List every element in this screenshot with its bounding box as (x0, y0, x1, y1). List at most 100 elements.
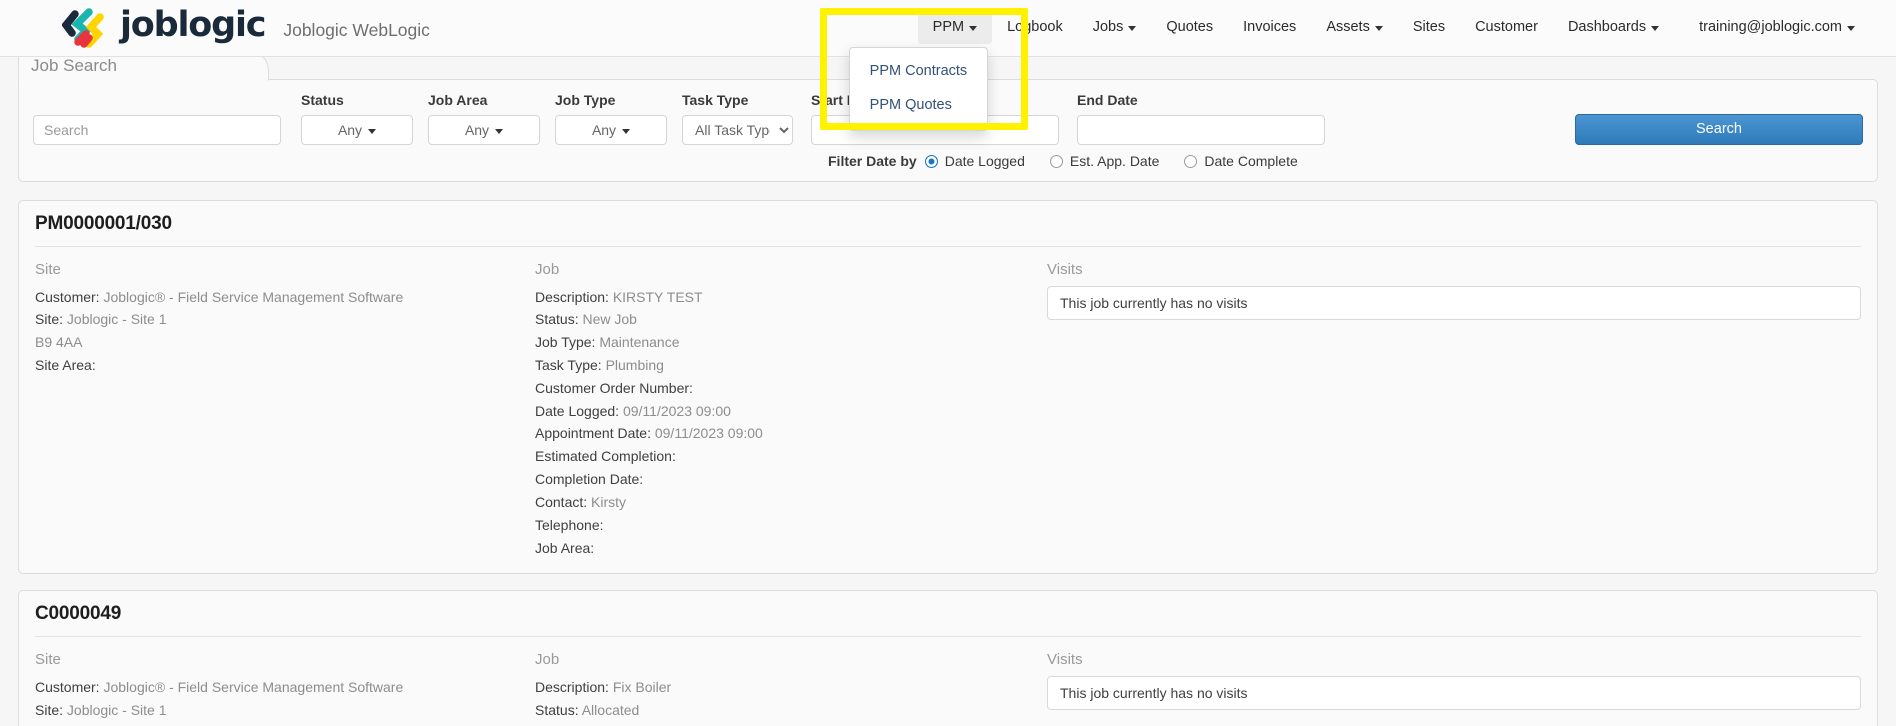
job-detail-row: Job Type: Call-out (535, 721, 1047, 726)
site-customer-key: Customer: (35, 288, 100, 305)
job-detail-key: Task Type: (535, 357, 602, 374)
visits-empty-message: This job currently has no visits (1047, 675, 1861, 710)
job-detail-key: Status: (535, 701, 579, 718)
radio-group-date-logged[interactable]: Date Logged (924, 153, 1025, 169)
job-detail-value: KIRSTY TEST (612, 288, 703, 305)
chevron-down-icon (969, 26, 978, 32)
task-type-select[interactable]: All Task Types (682, 115, 793, 146)
job-area-dropdown[interactable]: Any (428, 115, 540, 146)
nav-item-user-account[interactable]: training@joblogic.com (1684, 12, 1870, 43)
job-detail-row: Customer Order Number: (535, 377, 1047, 400)
job-detail-value: Kirsty (591, 493, 627, 510)
job-detail-key: Description: (535, 288, 609, 305)
site-column-heading: Site (35, 651, 61, 669)
visits-column: Visits This job currently has no visits (1047, 649, 1861, 726)
radio-est-app-date-label[interactable]: Est. App. Date (1070, 153, 1160, 169)
nav-item-assets-label: Assets (1326, 19, 1370, 36)
site-name-row: Site: Joblogic - Site 1 (35, 308, 535, 331)
status-field-label: Status (301, 92, 344, 108)
nav-item-logbook-label: Logbook (1007, 19, 1063, 36)
job-detail-row: Estimated Completion: (535, 445, 1047, 468)
nav-item-invoices[interactable]: Invoices (1228, 12, 1311, 43)
nav-item-jobs[interactable]: Jobs (1078, 12, 1152, 43)
job-reference[interactable]: C0000049 (35, 603, 1861, 625)
nav-item-dashboards[interactable]: Dashboards (1553, 12, 1674, 43)
job-detail-row: Description: Fix Boiler (535, 676, 1047, 699)
job-detail-value: Allocated (581, 701, 640, 718)
end-date-field-group: End Date (1077, 91, 1325, 146)
job-result-card[interactable]: C0000049 Site Customer: Joblogic® - Fiel… (18, 590, 1878, 726)
status-dropdown[interactable]: Any (301, 115, 413, 146)
status-dropdown-value: Any (337, 122, 363, 139)
job-card-body: Site Customer: Joblogic® - Field Service… (35, 259, 1861, 559)
joblogic-logo-icon (62, 8, 104, 48)
nav-item-jobs-label: Jobs (1092, 19, 1124, 36)
nav-item-ppm-wrapper: PPM PPM Contracts PPM Quotes (848, 12, 993, 131)
radio-date-logged[interactable] (924, 154, 938, 168)
radio-group-date-complete[interactable]: Date Complete (1184, 153, 1298, 169)
job-detail-value: Fix Boiler (612, 678, 672, 695)
job-card-header: C0000049 (35, 591, 1861, 638)
job-area-dropdown-value: Any (464, 122, 490, 139)
nav-item-assets[interactable]: Assets (1311, 12, 1398, 43)
job-detail-key: Job Area: (535, 539, 595, 556)
page-content: Job Search Status Any Job Area Any (0, 49, 1896, 726)
brand-subtitle: Joblogic WebLogic (283, 20, 430, 40)
job-column: Job Description: Fix Boiler Status: Allo… (535, 649, 1047, 726)
job-detail-row: Status: New Job (535, 308, 1047, 331)
site-area-key: Site Area: (35, 357, 96, 374)
radio-date-complete-label[interactable]: Date Complete (1204, 153, 1297, 169)
site-customer-value: Joblogic® - Field Service Management Sof… (103, 678, 404, 695)
job-detail-row: Appointment Date: 09/11/2023 09:00 (535, 422, 1047, 445)
site-postcode: B9 4AA (35, 721, 535, 726)
nav-item-customer[interactable]: Customer (1460, 12, 1553, 43)
end-date-field-label: End Date (1077, 92, 1138, 108)
task-type-field-group: Task Type All Task Types (682, 91, 793, 146)
site-customer-value: Joblogic® - Field Service Management Sof… (103, 288, 404, 305)
job-detail-key: Status: (535, 311, 579, 328)
brand-area[interactable]: joblogic Joblogic WebLogic (62, 8, 430, 48)
job-detail-value: New Job (582, 311, 637, 328)
site-name-key: Site: (35, 701, 64, 718)
dropdown-item-ppm-quotes[interactable]: PPM Quotes (850, 89, 988, 123)
search-button[interactable]: Search (1575, 114, 1863, 146)
nav-item-ppm[interactable]: PPM (917, 12, 993, 44)
job-detail-value: Maintenance (599, 334, 680, 351)
job-result-card[interactable]: PM0000001/030 Site Customer: Joblogic® -… (18, 200, 1878, 575)
radio-group-est-app-date[interactable]: Est. App. Date (1049, 153, 1160, 169)
filter-date-by-row: Filter Date by Date Logged Est. App. Dat… (19, 151, 1877, 181)
top-navigation-bar: joblogic Joblogic WebLogic PPM PPM Contr… (0, 0, 1896, 131)
job-detail-row: Task Type: Plumbing (535, 354, 1047, 377)
job-type-dropdown[interactable]: Any (555, 115, 667, 146)
job-detail-key: Contact: (535, 493, 588, 510)
job-area-field-group: Job Area Any (428, 91, 540, 146)
search-input[interactable] (33, 115, 281, 146)
job-reference[interactable]: PM0000001/030 (35, 213, 1861, 235)
site-column: Site Customer: Joblogic® - Field Service… (35, 649, 535, 726)
job-detail-key: Job Type: (535, 334, 596, 351)
visits-column-heading: Visits (1047, 261, 1083, 279)
job-detail-value: Plumbing (605, 357, 664, 374)
job-detail-row: Completion Date: (535, 468, 1047, 491)
nav-item-sites-label: Sites (1412, 19, 1446, 36)
search-button-group: Search (1575, 90, 1863, 146)
radio-date-logged-label[interactable]: Date Logged (945, 153, 1025, 169)
site-name-key: Site: (35, 311, 64, 328)
job-detail-key: Completion Date: (535, 471, 644, 488)
nav-item-customer-label: Customer (1475, 19, 1538, 36)
nav-item-quotes[interactable]: Quotes (1151, 12, 1228, 43)
job-detail-row: Description: KIRSTY TEST (535, 286, 1047, 309)
dropdown-item-ppm-contracts[interactable]: PPM Contracts (850, 55, 988, 89)
site-name-value: Joblogic - Site 1 (66, 311, 167, 328)
primary-nav: PPM PPM Contracts PPM Quotes Logbook Job… (848, 12, 1870, 131)
nav-item-logbook[interactable]: Logbook (992, 12, 1078, 43)
nav-item-sites[interactable]: Sites (1398, 12, 1460, 43)
job-type-field-label: Job Type (555, 92, 616, 108)
job-detail-row: Contact: Kirsty (535, 491, 1047, 514)
site-customer-row: Customer: Joblogic® - Field Service Mana… (35, 286, 535, 309)
status-field-group: Status Any (301, 91, 413, 146)
end-date-input[interactable] (1077, 115, 1325, 146)
site-name-row: Site: Joblogic - Site 1 (35, 699, 535, 722)
radio-date-complete[interactable] (1184, 154, 1198, 168)
radio-est-app-date[interactable] (1049, 154, 1063, 168)
